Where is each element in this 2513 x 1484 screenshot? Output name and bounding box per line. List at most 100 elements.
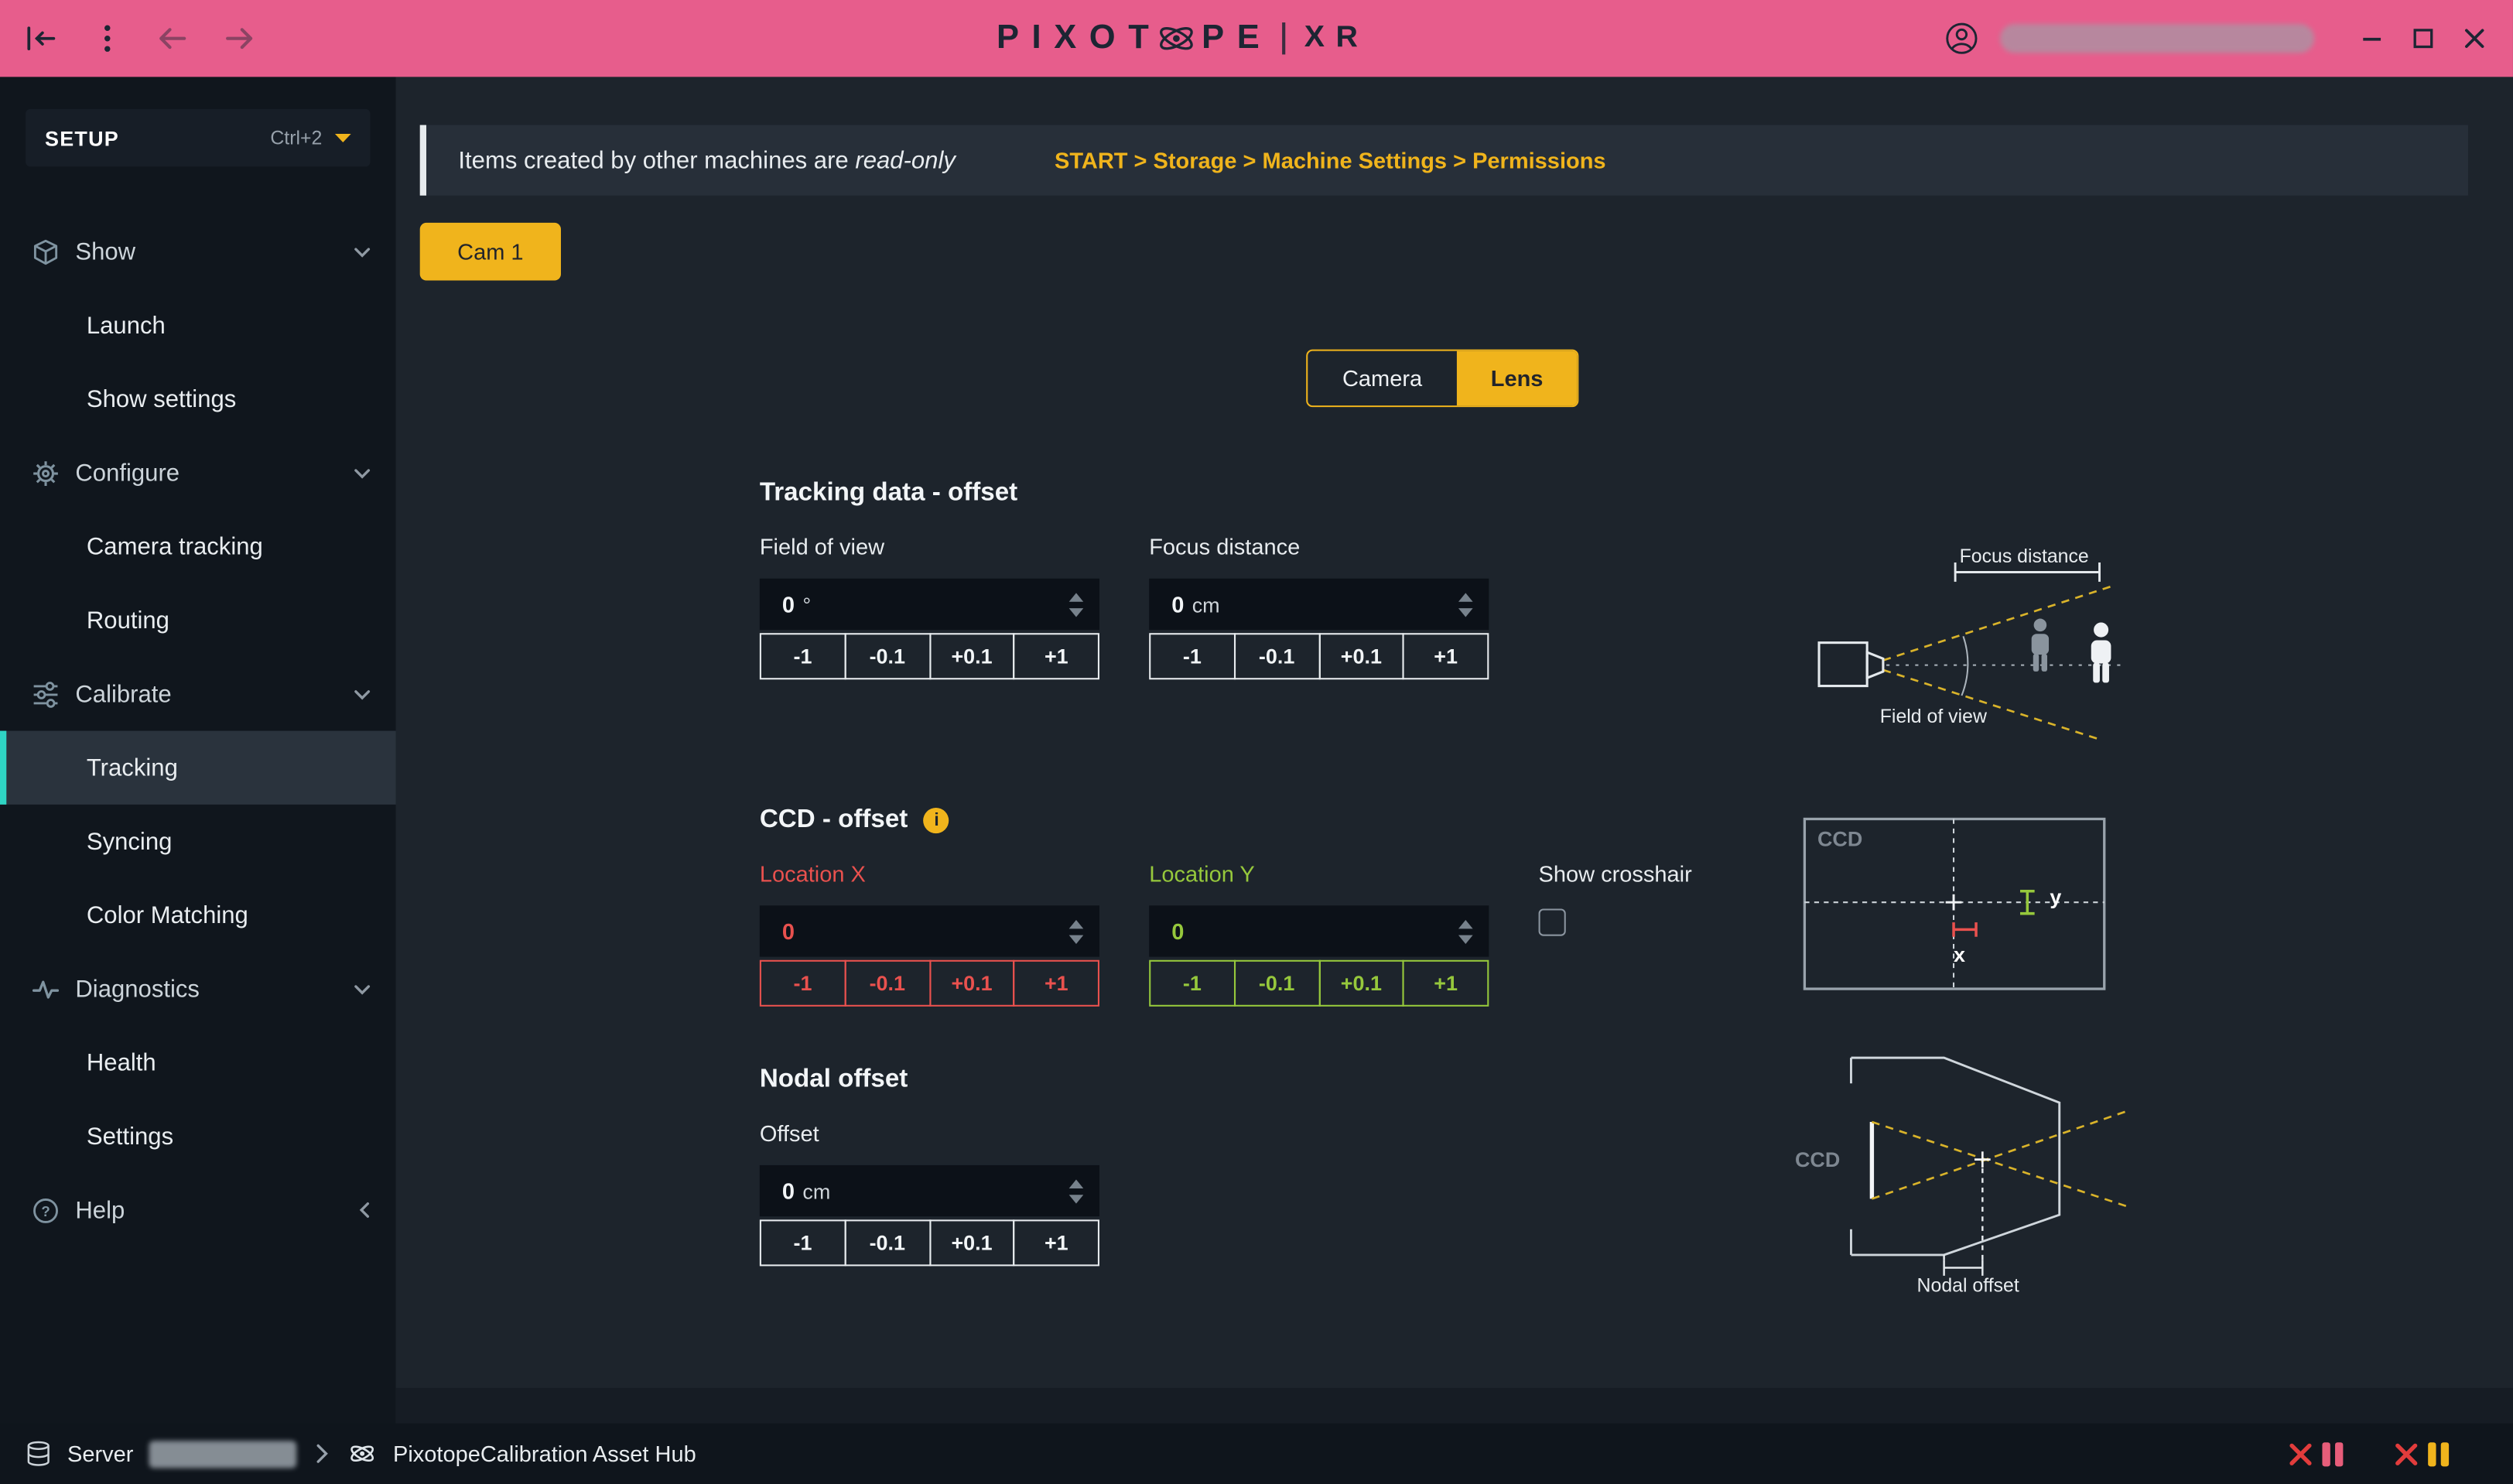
stepper-down-icon[interactable] <box>1069 934 1084 943</box>
step-button[interactable]: -0.1 <box>844 960 930 1007</box>
stepper-up-icon[interactable] <box>1069 1179 1084 1188</box>
close-button[interactable] <box>2459 22 2491 54</box>
window-body: SETUP Ctrl+2 Show Laun <box>0 77 2513 1423</box>
step-button[interactable]: -1 <box>760 960 846 1007</box>
sidebar-item-launch[interactable]: Launch <box>0 289 396 362</box>
y-offset-marker <box>2020 891 2035 914</box>
sidebar-item-color-matching[interactable]: Color Matching <box>0 878 396 952</box>
maximize-button[interactable] <box>2407 22 2439 54</box>
stepper-down-icon[interactable] <box>1069 607 1084 616</box>
chevron-down-icon <box>354 467 371 478</box>
sidebar-item-configure[interactable]: Configure <box>0 436 396 509</box>
stepper-up-icon[interactable] <box>1458 919 1473 928</box>
asset-hub-label[interactable]: PixotopeCalibration Asset Hub <box>393 1441 696 1466</box>
step-button[interactable]: +0.1 <box>928 960 1014 1007</box>
minimize-button[interactable] <box>2356 22 2388 54</box>
kebab-menu-icon[interactable] <box>88 19 127 58</box>
tab-lens[interactable]: Lens <box>1457 351 1577 405</box>
location-y-input[interactable]: 0 <box>1149 905 1489 956</box>
ccd-diagram: CCD y x <box>1803 817 2117 997</box>
sidebar-item-routing[interactable]: Routing <box>0 583 396 657</box>
step-button[interactable]: +1 <box>1403 960 1489 1007</box>
readonly-notice: Items created by other machines are read… <box>458 147 1055 174</box>
redacted-server-name <box>149 1440 297 1467</box>
x-offset-marker <box>1954 922 1976 937</box>
chevron-right-icon <box>316 1444 330 1463</box>
focus-distance-input[interactable]: 0 cm <box>1149 579 1489 630</box>
step-button[interactable]: +0.1 <box>928 1219 1014 1266</box>
step-button[interactable]: -0.1 <box>1233 633 1319 679</box>
sidebar-item-diagnostics[interactable]: Diagnostics <box>0 952 396 1025</box>
lens-settings-form: Tracking data - offset Field of view 0 ° <box>760 477 1882 1266</box>
field-of-view-group: Field of view 0 ° -1 -0.1 + <box>760 534 1099 679</box>
field-of-view-input[interactable]: 0 ° <box>760 579 1099 630</box>
stepper-down-icon[interactable] <box>1458 934 1473 943</box>
stepper-up-icon[interactable] <box>1458 592 1473 601</box>
readonly-banner: Items created by other machines are read… <box>420 125 2468 196</box>
ccd-offset-fields: Location X 0 -1 -0.1 +0.1 + <box>760 860 1882 1006</box>
step-button[interactable]: -0.1 <box>1233 960 1319 1007</box>
step-button[interactable]: +1 <box>1014 633 1099 679</box>
sidebar-item-calibrate[interactable]: Calibrate <box>0 657 396 730</box>
pixotope-logo: PIXOT PE XR <box>423 18 1943 60</box>
person-white-icon <box>2091 623 2111 683</box>
pixotope-atom-icon <box>348 1439 377 1468</box>
show-crosshair-checkbox[interactable] <box>1539 908 1566 935</box>
nodal-offset-diagram: CCD Nodal offset <box>1792 1050 2139 1315</box>
sidebar-item-show-settings[interactable]: Show settings <box>0 362 396 436</box>
user-account-icon[interactable] <box>1943 19 1981 58</box>
location-y-steps: -1 -0.1 +0.1 +1 <box>1149 960 1489 1007</box>
tab-camera[interactable]: Camera <box>1308 351 1457 405</box>
logo-separator <box>1282 22 1285 54</box>
stepper <box>1458 919 1473 943</box>
step-button[interactable]: -1 <box>1149 960 1235 1007</box>
step-button[interactable]: +0.1 <box>928 633 1014 679</box>
ccd-offset-heading: CCD - offset i <box>760 805 1882 836</box>
step-button[interactable]: -0.1 <box>844 1219 930 1266</box>
server-label: Server <box>67 1441 133 1466</box>
location-x-label: Location X <box>760 860 1099 889</box>
step-button[interactable]: -0.1 <box>844 633 930 679</box>
stepper-up-icon[interactable] <box>1069 592 1084 601</box>
collapse-sidebar-icon[interactable] <box>22 19 61 58</box>
step-button[interactable]: +0.1 <box>1318 960 1404 1007</box>
forward-icon[interactable] <box>220 19 258 58</box>
chevron-down-icon <box>354 983 371 994</box>
sidebar-item-tracking[interactable]: Tracking <box>0 731 396 805</box>
cam1-tab[interactable]: Cam 1 <box>420 223 561 281</box>
step-button[interactable]: -1 <box>1149 633 1235 679</box>
location-x-input[interactable]: 0 <box>760 905 1099 956</box>
logo-text-right: PE <box>1202 19 1272 58</box>
status-indicators <box>2289 1441 2449 1465</box>
stepper-down-icon[interactable] <box>1069 1193 1084 1202</box>
nodal-offset-input[interactable]: 0 cm <box>760 1165 1099 1216</box>
server-icon <box>26 1441 51 1466</box>
chevron-left-icon <box>359 1202 370 1219</box>
sidebar-item-health[interactable]: Health <box>0 1026 396 1099</box>
step-button[interactable]: +1 <box>1014 1219 1099 1266</box>
titlebar-right-controls <box>1943 19 2491 58</box>
breadcrumb[interactable]: START > Storage > Machine Settings > Per… <box>1055 148 1606 173</box>
step-button[interactable]: +0.1 <box>1318 633 1404 679</box>
step-button[interactable]: -1 <box>760 633 846 679</box>
logo-text-left: PIXOT <box>997 19 1161 58</box>
sidebar-item-camera-tracking[interactable]: Camera tracking <box>0 510 396 583</box>
setup-mode-select[interactable]: SETUP Ctrl+2 <box>26 109 370 167</box>
back-icon[interactable] <box>154 19 193 58</box>
chevron-down-icon <box>335 133 351 142</box>
sidebar-item-show[interactable]: Show <box>0 215 396 289</box>
pause-icon <box>2322 1441 2343 1465</box>
sidebar-item-syncing[interactable]: Syncing <box>0 805 396 878</box>
step-button[interactable]: +1 <box>1403 633 1489 679</box>
camera-lens-toggle: Camera Lens <box>1306 350 1578 408</box>
pixotope-atom-icon <box>1155 18 1197 60</box>
step-button[interactable]: -1 <box>760 1219 846 1266</box>
nodal-offset-diagram-label: Nodal offset <box>1856 1274 2080 1297</box>
info-icon[interactable]: i <box>924 808 949 833</box>
y-axis-label: y <box>2050 884 2061 908</box>
stepper-up-icon[interactable] <box>1069 919 1084 928</box>
sidebar-item-help[interactable]: ? Help <box>0 1173 396 1246</box>
sidebar-item-diagnostics-settings[interactable]: Settings <box>0 1099 396 1173</box>
stepper-down-icon[interactable] <box>1458 607 1473 616</box>
step-button[interactable]: +1 <box>1014 960 1099 1007</box>
